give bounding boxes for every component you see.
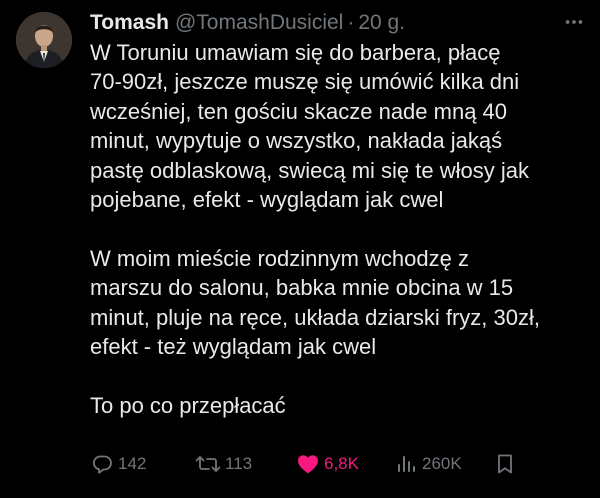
views-bar-chart-icon (396, 452, 418, 476)
avatar[interactable] (16, 12, 72, 68)
tweet-text: W Toruniu umawiam się do barbera, płacę … (90, 38, 590, 420)
more-options-button[interactable] (560, 10, 588, 38)
tweet-paragraph: To po co przepłacać (90, 391, 590, 420)
tweet-line: To po co przepłacać (90, 392, 286, 418)
views-button[interactable]: 260K (396, 448, 462, 480)
tweet-line: marszu do salonu, babka mnie obcina w 15 (90, 275, 514, 301)
user-handle[interactable]: @TomashDusiciel (175, 9, 343, 37)
avatar-image (16, 12, 72, 68)
tweet-line: wcześniej, ten gościu skacze nade mną 40 (90, 98, 508, 124)
retweet-icon (195, 452, 221, 476)
tweet-header: Tomash @TomashDusiciel · 20 g. (90, 9, 405, 37)
tweet-line: 70-90zł, jeszcze muszę się umówić kilka … (90, 69, 520, 95)
like-count: 6,8K (324, 454, 359, 473)
action-bar: 142 113 6,8K 260K (90, 448, 590, 480)
bookmark-button[interactable] (494, 448, 516, 480)
tweet-line: minut, wypytuje o wszystko, nakłada jaką… (90, 128, 503, 154)
tweet-line: minut, pluje na ręce, układa dziarski fr… (90, 304, 540, 330)
tweet-line: W moim mieście rodzinnym wchodzę z (90, 245, 469, 271)
tweet-line: efekt - też wyglądam jak cwel (90, 334, 377, 360)
tweet-line: pastę odblaskową, swiecą mi się te włosy… (90, 157, 529, 183)
tweet[interactable]: Tomash @TomashDusiciel · 20 g. W Toruniu… (0, 0, 600, 498)
tweet-line: pojebane, efekt - wyglądam jak cwel (90, 187, 444, 213)
reply-icon (90, 452, 114, 476)
tweet-line: W Toruniu umawiam się do barbera, płacę (90, 40, 501, 65)
reply-button[interactable]: 142 (90, 448, 146, 480)
bookmark-icon (494, 452, 516, 476)
tweet-paragraph: W Toruniu umawiam się do barbera, płacę … (90, 38, 590, 214)
like-button[interactable]: 6,8K (296, 448, 359, 480)
views-count: 260K (422, 454, 462, 473)
timestamp[interactable]: 20 g. (358, 9, 405, 37)
retweet-count: 113 (225, 454, 253, 473)
separator-dot: · (347, 11, 355, 34)
retweet-button[interactable]: 113 (195, 448, 252, 480)
tweet-paragraph: W moim mieście rodzinnym wchodzę z marsz… (90, 244, 590, 362)
reply-count: 142 (118, 454, 147, 473)
display-name[interactable]: Tomash (90, 9, 169, 37)
more-horizontal-icon (563, 11, 585, 38)
heart-filled-icon (296, 452, 320, 476)
